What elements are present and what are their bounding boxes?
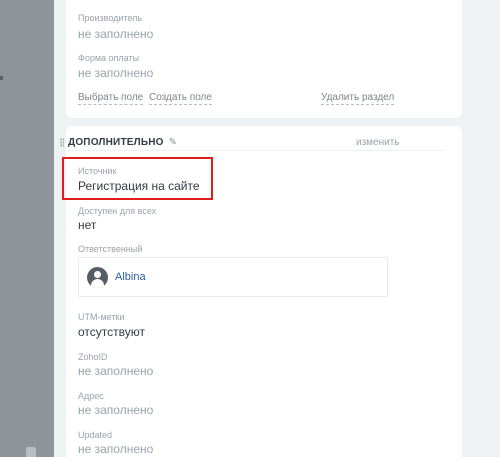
utm-value[interactable]: отсутствуют: [78, 325, 145, 339]
user-avatar-icon: [87, 267, 108, 288]
manufacturer-label: Производитель: [78, 13, 143, 23]
responsible-user-name[interactable]: Albina: [115, 271, 146, 283]
updated-label: Updated: [78, 430, 113, 440]
manufacturer-value[interactable]: не заполнено: [78, 27, 153, 41]
updated-value[interactable]: не заполнено: [78, 442, 153, 456]
select-field-link[interactable]: Выбрать поле: [78, 92, 144, 105]
edit-section-link[interactable]: изменить: [356, 137, 400, 148]
pencil-icon[interactable]: ✎: [169, 137, 178, 148]
responsible-user-box[interactable]: Albina: [78, 257, 388, 297]
payment-form-value[interactable]: не заполнено: [78, 66, 153, 80]
top-section-card: Производитель не заполнено Форма оплаты …: [66, 0, 462, 118]
source-label: Источник: [78, 166, 117, 176]
sidebar-bottom-icon[interactable]: [26, 447, 36, 457]
public-access-value[interactable]: нет: [78, 218, 96, 232]
public-access-label: Доступен для всех: [78, 206, 157, 216]
zoho-id-value[interactable]: не заполнено: [78, 364, 153, 378]
sidebar-marker: [0, 76, 3, 80]
responsible-label: Ответственный: [78, 244, 143, 254]
address-label: Адрес: [78, 391, 104, 401]
zoho-id-label: ZohoID: [78, 352, 108, 362]
drag-handle-icon[interactable]: [60, 138, 64, 147]
section-header: ДОПОЛНИТЕЛЬНО ✎: [60, 137, 177, 148]
source-value[interactable]: Регистрация на сайте: [78, 179, 200, 193]
delete-section-link[interactable]: Удалить раздел: [321, 92, 395, 105]
payment-form-label: Форма оплаты: [78, 53, 140, 63]
section-title: ДОПОЛНИТЕЛЬНО: [68, 137, 164, 148]
left-sidebar: [0, 0, 54, 457]
create-field-link[interactable]: Создать поле: [149, 92, 212, 105]
utm-label: UTM-метки: [78, 312, 125, 322]
address-value[interactable]: не заполнено: [78, 403, 153, 417]
main-content: Производитель не заполнено Форма оплаты …: [54, 0, 500, 457]
section-divider: [60, 150, 444, 151]
